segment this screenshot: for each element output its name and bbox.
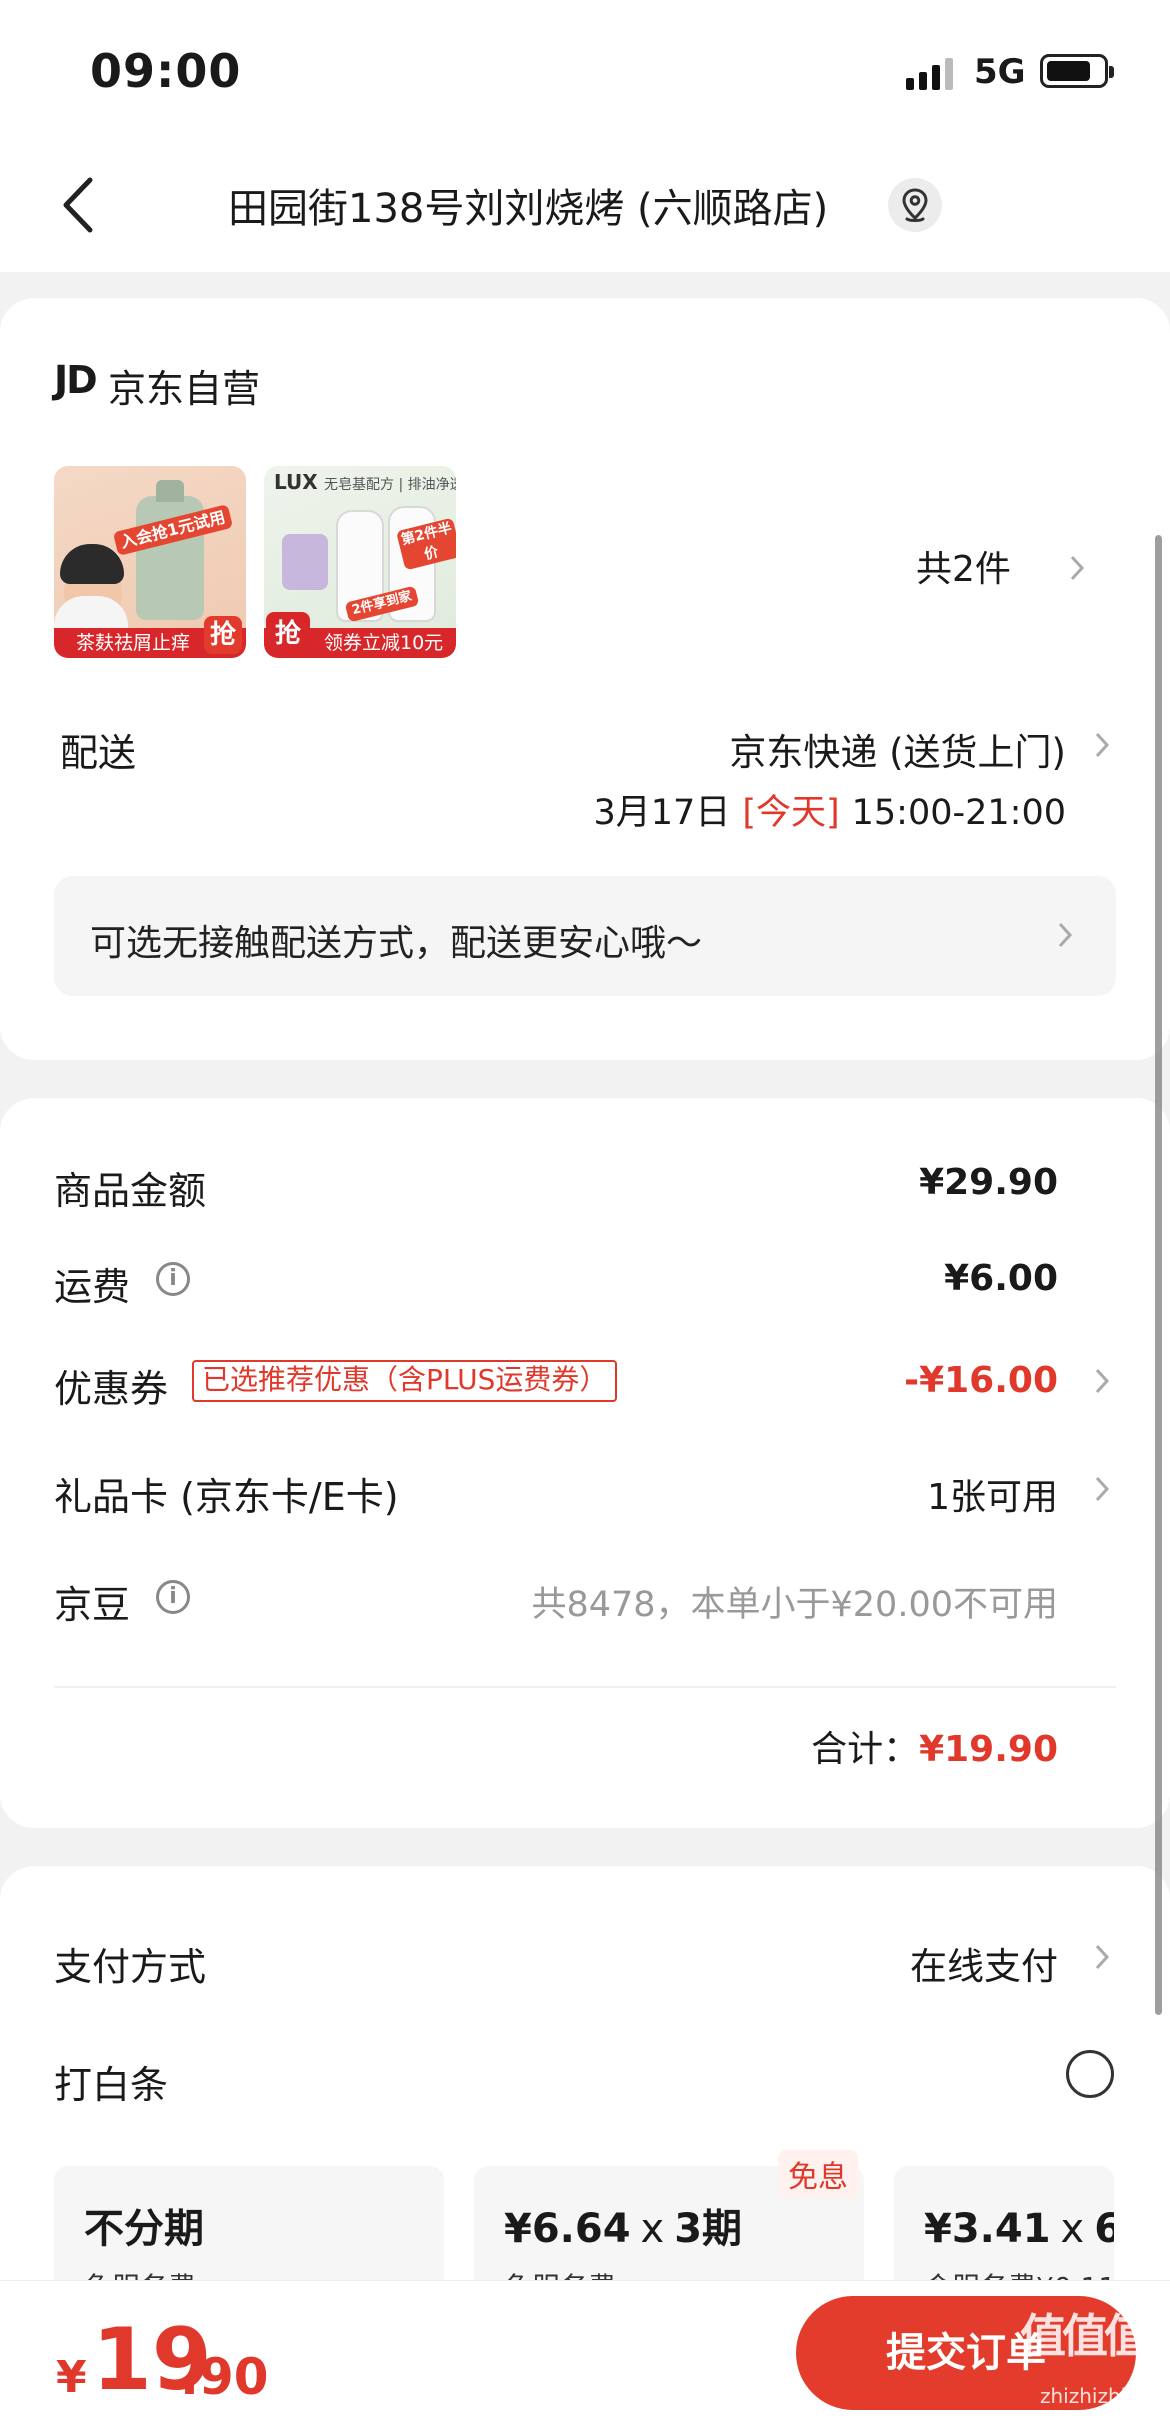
delivery-label: 配送 [60, 731, 137, 775]
installment-x: x [1060, 2206, 1085, 2252]
goods-amount-value: ¥29.90 [919, 1162, 1058, 1203]
delivery-method[interactable]: 京东快递 (送货上门) [729, 722, 1066, 776]
battery-icon [1040, 54, 1114, 88]
product-1-grab-button[interactable]: 抢 [204, 616, 242, 654]
installment-term: 6期 [1094, 2206, 1114, 2252]
installment-x: x [640, 2206, 665, 2252]
contactless-banner[interactable]: 可选无接触配送方式，配送更安心哦～ [54, 876, 1116, 996]
installment-term: 3期 [674, 2206, 743, 2252]
payment-method-label: 支付方式 [54, 1945, 207, 1989]
installment-price: ¥6.64 [504, 2206, 631, 2252]
delivery-window: 15:00-21:00 [851, 793, 1066, 833]
coupon-label: 优惠券 [54, 1367, 169, 1411]
coupon-value[interactable]: -¥16.00 [904, 1360, 1058, 1401]
product-thumb-1[interactable]: 入会抢1元试用 茶麸祛屑止痒 抢 [54, 466, 246, 658]
lux-logo: LUX [274, 470, 318, 494]
status-time: 09:00 [90, 44, 242, 98]
network-type: 5G [974, 52, 1026, 92]
page-title[interactable]: 田园街138号刘刘烧烤 (六顺路店) [228, 176, 828, 234]
total-label: 合计： [811, 1729, 920, 1770]
chevron-right-icon [1095, 1944, 1110, 1970]
gift-card-label: 礼品卡 (京东卡/E卡) [54, 1475, 399, 1519]
location-button[interactable] [888, 178, 942, 232]
watermark-logo: 值值值 [1020, 2309, 1150, 2363]
shipping-label: 运费 [54, 1265, 131, 1309]
delivery-date: 3月17日 [593, 793, 731, 833]
total-value: ¥19.90 [919, 1729, 1058, 1770]
scrollbar[interactable] [1155, 535, 1162, 2015]
price-decimal: .90 [180, 2348, 269, 2406]
cellular-signal-icon [906, 58, 953, 90]
jd-logo: JD [54, 358, 98, 402]
chevron-right-icon [1070, 555, 1085, 581]
installment-price: ¥3.41 [924, 2206, 1051, 2252]
contactless-text: 可选无接触配送方式，配送更安心哦～ [90, 923, 703, 964]
chevron-right-icon [1095, 1476, 1110, 1502]
total: 合计：¥19.90 [811, 1720, 1058, 1772]
price-currency: ¥ [56, 2352, 87, 2403]
installment-title: ¥6.64 x 3期 [504, 2196, 742, 2254]
jingdou-label: 京豆 [54, 1583, 131, 1627]
jingdou-value: 共8478，本单小于¥20.00不可用 [531, 1585, 1058, 1625]
delivery-time: 3月17日 [今天] 15:00-21:00 [594, 784, 1066, 835]
baitiao-label: 打白条 [54, 2063, 169, 2107]
gift-card-value[interactable]: 1张可用 [927, 1468, 1058, 1520]
item-count[interactable]: 共2件 [916, 540, 1011, 592]
baitiao-radio[interactable] [1066, 2050, 1114, 2098]
goods-amount-label: 商品金额 [54, 1169, 207, 1213]
info-icon[interactable]: i [156, 1262, 190, 1296]
product-2-top-text: 无皂基配方 | 排油净透 [324, 477, 456, 493]
back-arrow-icon[interactable] [56, 170, 112, 240]
chevron-right-icon [1095, 732, 1110, 758]
shipping-value: ¥6.00 [944, 1258, 1058, 1299]
installment-title: ¥3.41x6期 [924, 2196, 1114, 2254]
product-thumb-2[interactable]: LUX 无皂基配方 | 排油净透 第2件半价 2件享到家 领券立减10元 抢 [264, 466, 456, 658]
installment-title: 不分期 [84, 2206, 204, 2252]
product-2-grab-button[interactable]: 抢 [266, 612, 310, 656]
chevron-right-icon [1095, 1368, 1110, 1394]
divider [54, 1686, 1116, 1688]
info-icon[interactable]: i [156, 1580, 190, 1614]
today-tag: [今天] [742, 793, 840, 833]
shop-name: 京东自营 [108, 367, 261, 411]
chevron-right-icon [1058, 922, 1073, 948]
location-pin-icon [902, 188, 928, 222]
watermark-url: zhizhizhi.com [1040, 2384, 1170, 2408]
coupon-tag[interactable]: 已选推荐优惠（含PLUS运费券） [192, 1360, 618, 1402]
interest-free-badge: 免息 [778, 2150, 858, 2198]
payment-method-value[interactable]: 在线支付 [910, 1936, 1058, 1990]
